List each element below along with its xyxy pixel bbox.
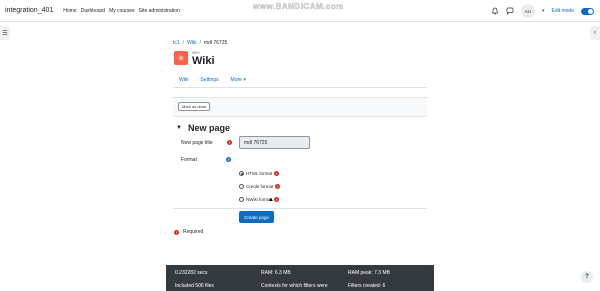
help-button[interactable]: ? xyxy=(581,271,593,283)
edit-mode-toggle[interactable] xyxy=(581,7,594,15)
breadcrumb-activity[interactable]: Wiki xyxy=(187,40,196,46)
required-icon: ! xyxy=(174,229,179,235)
tab-settings[interactable]: Settings xyxy=(200,77,218,83)
footer-files: Included 506 files xyxy=(175,283,214,289)
tab-more[interactable]: More ▾ xyxy=(231,77,246,83)
nav-site-administration[interactable]: Site administration xyxy=(139,8,180,14)
tab-wiki[interactable]: Wiki xyxy=(179,77,188,83)
radio-button[interactable] xyxy=(239,197,244,202)
mark-as-done-button[interactable]: Mark as done xyxy=(178,102,211,111)
breadcrumb-current: mdl 76725 xyxy=(203,40,228,46)
list-icon: ☰ xyxy=(2,30,8,37)
course-index-drawer-toggle[interactable]: ☰ xyxy=(0,26,10,40)
recorder-watermark: www.BANDICAM.com xyxy=(253,2,344,11)
nav-home[interactable]: Home xyxy=(63,8,76,14)
secondary-navigation: Wiki Settings More ▾ xyxy=(173,73,427,88)
footer-time: 0.232282 secs xyxy=(175,270,208,276)
user-menu-area: AU ▾ Edit mode xyxy=(491,4,594,18)
breadcrumb-separator: / xyxy=(199,40,201,46)
block-drawer-toggle[interactable]: ‹ xyxy=(590,26,600,40)
activity-completion-panel: Mark as done xyxy=(173,97,427,117)
performance-footer: 0.232282 secs RAM: 6.3 MB RAM peak: 7.3 … xyxy=(166,265,434,291)
form-divider xyxy=(173,208,427,209)
help-icon[interactable]: ? xyxy=(226,157,231,162)
nav-my-courses[interactable]: My courses xyxy=(109,8,135,14)
format-option-label: Creole format xyxy=(246,184,274,189)
required-note: ! Required xyxy=(174,229,203,235)
help-error-icon[interactable]: ! xyxy=(275,184,281,189)
messages-icon[interactable] xyxy=(506,7,514,15)
primary-navigation: Home Dashboard My courses Site administr… xyxy=(63,8,180,14)
nav-dashboard[interactable]: Dashboard xyxy=(81,8,105,14)
chevron-down-icon: ▼ xyxy=(176,125,182,131)
breadcrumb-course[interactable]: tc1 xyxy=(173,40,180,46)
footer-ram: RAM: 6.3 MB xyxy=(261,270,291,276)
page-title-label: New page title xyxy=(181,140,213,146)
chevron-down-icon[interactable]: ▾ xyxy=(542,8,545,14)
help-error-icon[interactable]: ! xyxy=(273,197,279,202)
chevron-down-icon: ▾ xyxy=(243,77,246,83)
radio-button[interactable] xyxy=(239,184,244,189)
page-title-field[interactable]: mdl 76725 xyxy=(239,136,310,149)
radio-button[interactable] xyxy=(239,171,244,176)
page-title: Wiki xyxy=(192,55,215,67)
format-label: Format xyxy=(181,157,197,163)
format-option-creole[interactable]: Creole format ! xyxy=(239,184,281,189)
footer-filters: Filters created: 6 xyxy=(348,283,386,289)
footer-contexts: Contexts for which filters were xyxy=(261,283,328,289)
format-option-html[interactable]: HTML format ! xyxy=(239,171,280,176)
section-title: New page xyxy=(187,123,230,133)
wiki-icon: ✳ xyxy=(174,51,188,65)
section-header[interactable]: ▼ New page xyxy=(176,123,230,133)
required-note-text: Required xyxy=(183,229,204,235)
mouse-pointer-icon: ▲ xyxy=(268,197,274,203)
avatar[interactable]: AU xyxy=(520,4,535,18)
edit-mode-label: Edit mode xyxy=(551,8,574,14)
chevron-left-icon: ‹ xyxy=(594,30,596,36)
top-navbar: integration_401 Home Dashboard My course… xyxy=(0,0,600,22)
format-option-label: HTML format xyxy=(246,171,273,176)
site-name[interactable]: integration_401 xyxy=(5,7,53,14)
bell-icon[interactable] xyxy=(491,7,499,15)
create-page-button[interactable]: Create page xyxy=(239,211,274,223)
breadcrumb-separator: / xyxy=(182,40,185,46)
footer-ram-peak: RAM peak: 7.3 MB xyxy=(348,270,390,276)
help-error-icon[interactable]: ! xyxy=(274,171,280,176)
breadcrumb: tc1 / Wiki / mdl 76725 xyxy=(173,40,227,46)
tab-more-label: More xyxy=(230,77,242,83)
required-icon: ! xyxy=(227,140,232,145)
